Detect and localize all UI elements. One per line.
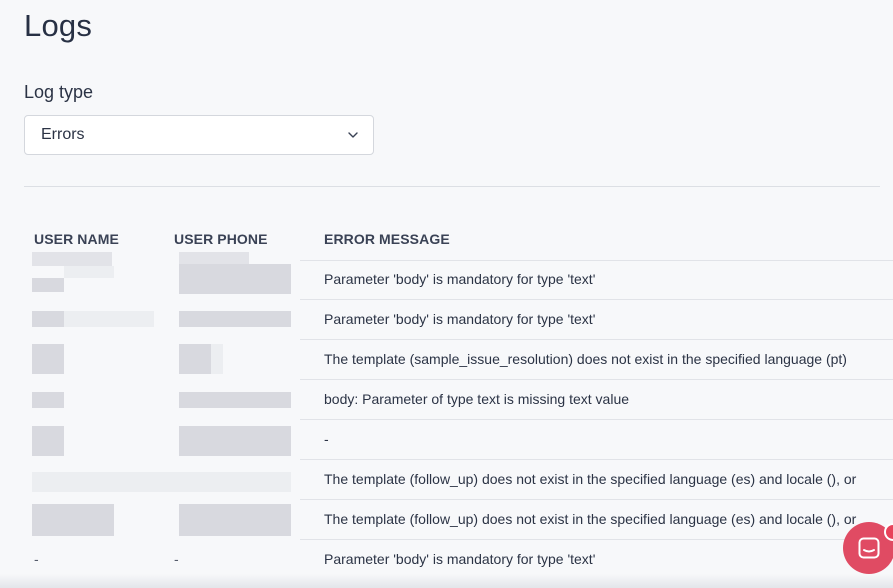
divider — [24, 186, 880, 187]
user-phone-redacted — [174, 252, 300, 300]
user-name-redacted — [32, 252, 172, 300]
table-row: - — [24, 420, 893, 460]
error-message: Parameter 'body' is mandatory for type '… — [324, 311, 596, 327]
log-type-selected-value: Errors — [41, 126, 85, 143]
table-row: The template (sample_issue_resolution) d… — [24, 340, 893, 380]
table-row: The template (follow_up) does not exist … — [24, 460, 893, 500]
log-type-label: Log type — [24, 82, 94, 102]
table-header: USER NAME USER PHONE ERROR MESSAGE — [24, 220, 893, 260]
table-row: The template (follow_up) does not exist … — [24, 500, 893, 540]
user-phone-redacted — [174, 300, 300, 340]
user-phone-redacted — [174, 340, 300, 380]
user-phone: - — [174, 551, 179, 567]
scroll-fade — [0, 574, 893, 588]
error-message: body: Parameter of type text is missing … — [324, 391, 630, 407]
error-message: The template (follow_up) does not exist … — [324, 511, 857, 527]
table-row: Parameter 'body' is mandatory for type '… — [24, 300, 893, 340]
row-divider — [300, 260, 893, 261]
user-name-redacted — [32, 460, 182, 500]
error-message: The template (follow_up) does not exist … — [324, 471, 857, 487]
error-message: Parameter 'body' is mandatory for type '… — [324, 271, 596, 287]
header-user-phone: USER PHONE — [174, 231, 268, 247]
page-title: Logs — [24, 8, 93, 43]
header-error-message: ERROR MESSAGE — [324, 231, 450, 247]
user-name-redacted — [32, 420, 172, 460]
log-type-select[interactable]: Errors — [24, 115, 374, 155]
chevron-down-icon — [348, 132, 358, 138]
user-name-redacted — [32, 300, 172, 340]
table-row: body: Parameter of type text is missing … — [24, 380, 893, 420]
user-phone-redacted — [174, 500, 300, 540]
error-message: - — [324, 431, 329, 447]
error-message: Parameter 'body' is mandatory for type '… — [324, 551, 596, 567]
user-phone-redacted — [174, 380, 300, 420]
chat-icon — [858, 537, 880, 559]
user-phone-redacted — [174, 420, 300, 460]
user-name-redacted — [32, 340, 172, 380]
user-name: - — [34, 551, 39, 567]
header-user-name: USER NAME — [34, 231, 119, 247]
table-row: Parameter 'body' is mandatory for type '… — [24, 252, 893, 300]
user-name-redacted — [32, 500, 172, 540]
user-name-redacted — [32, 380, 172, 420]
error-message: The template (sample_issue_resolution) d… — [324, 351, 847, 367]
user-phone-redacted — [174, 460, 300, 500]
